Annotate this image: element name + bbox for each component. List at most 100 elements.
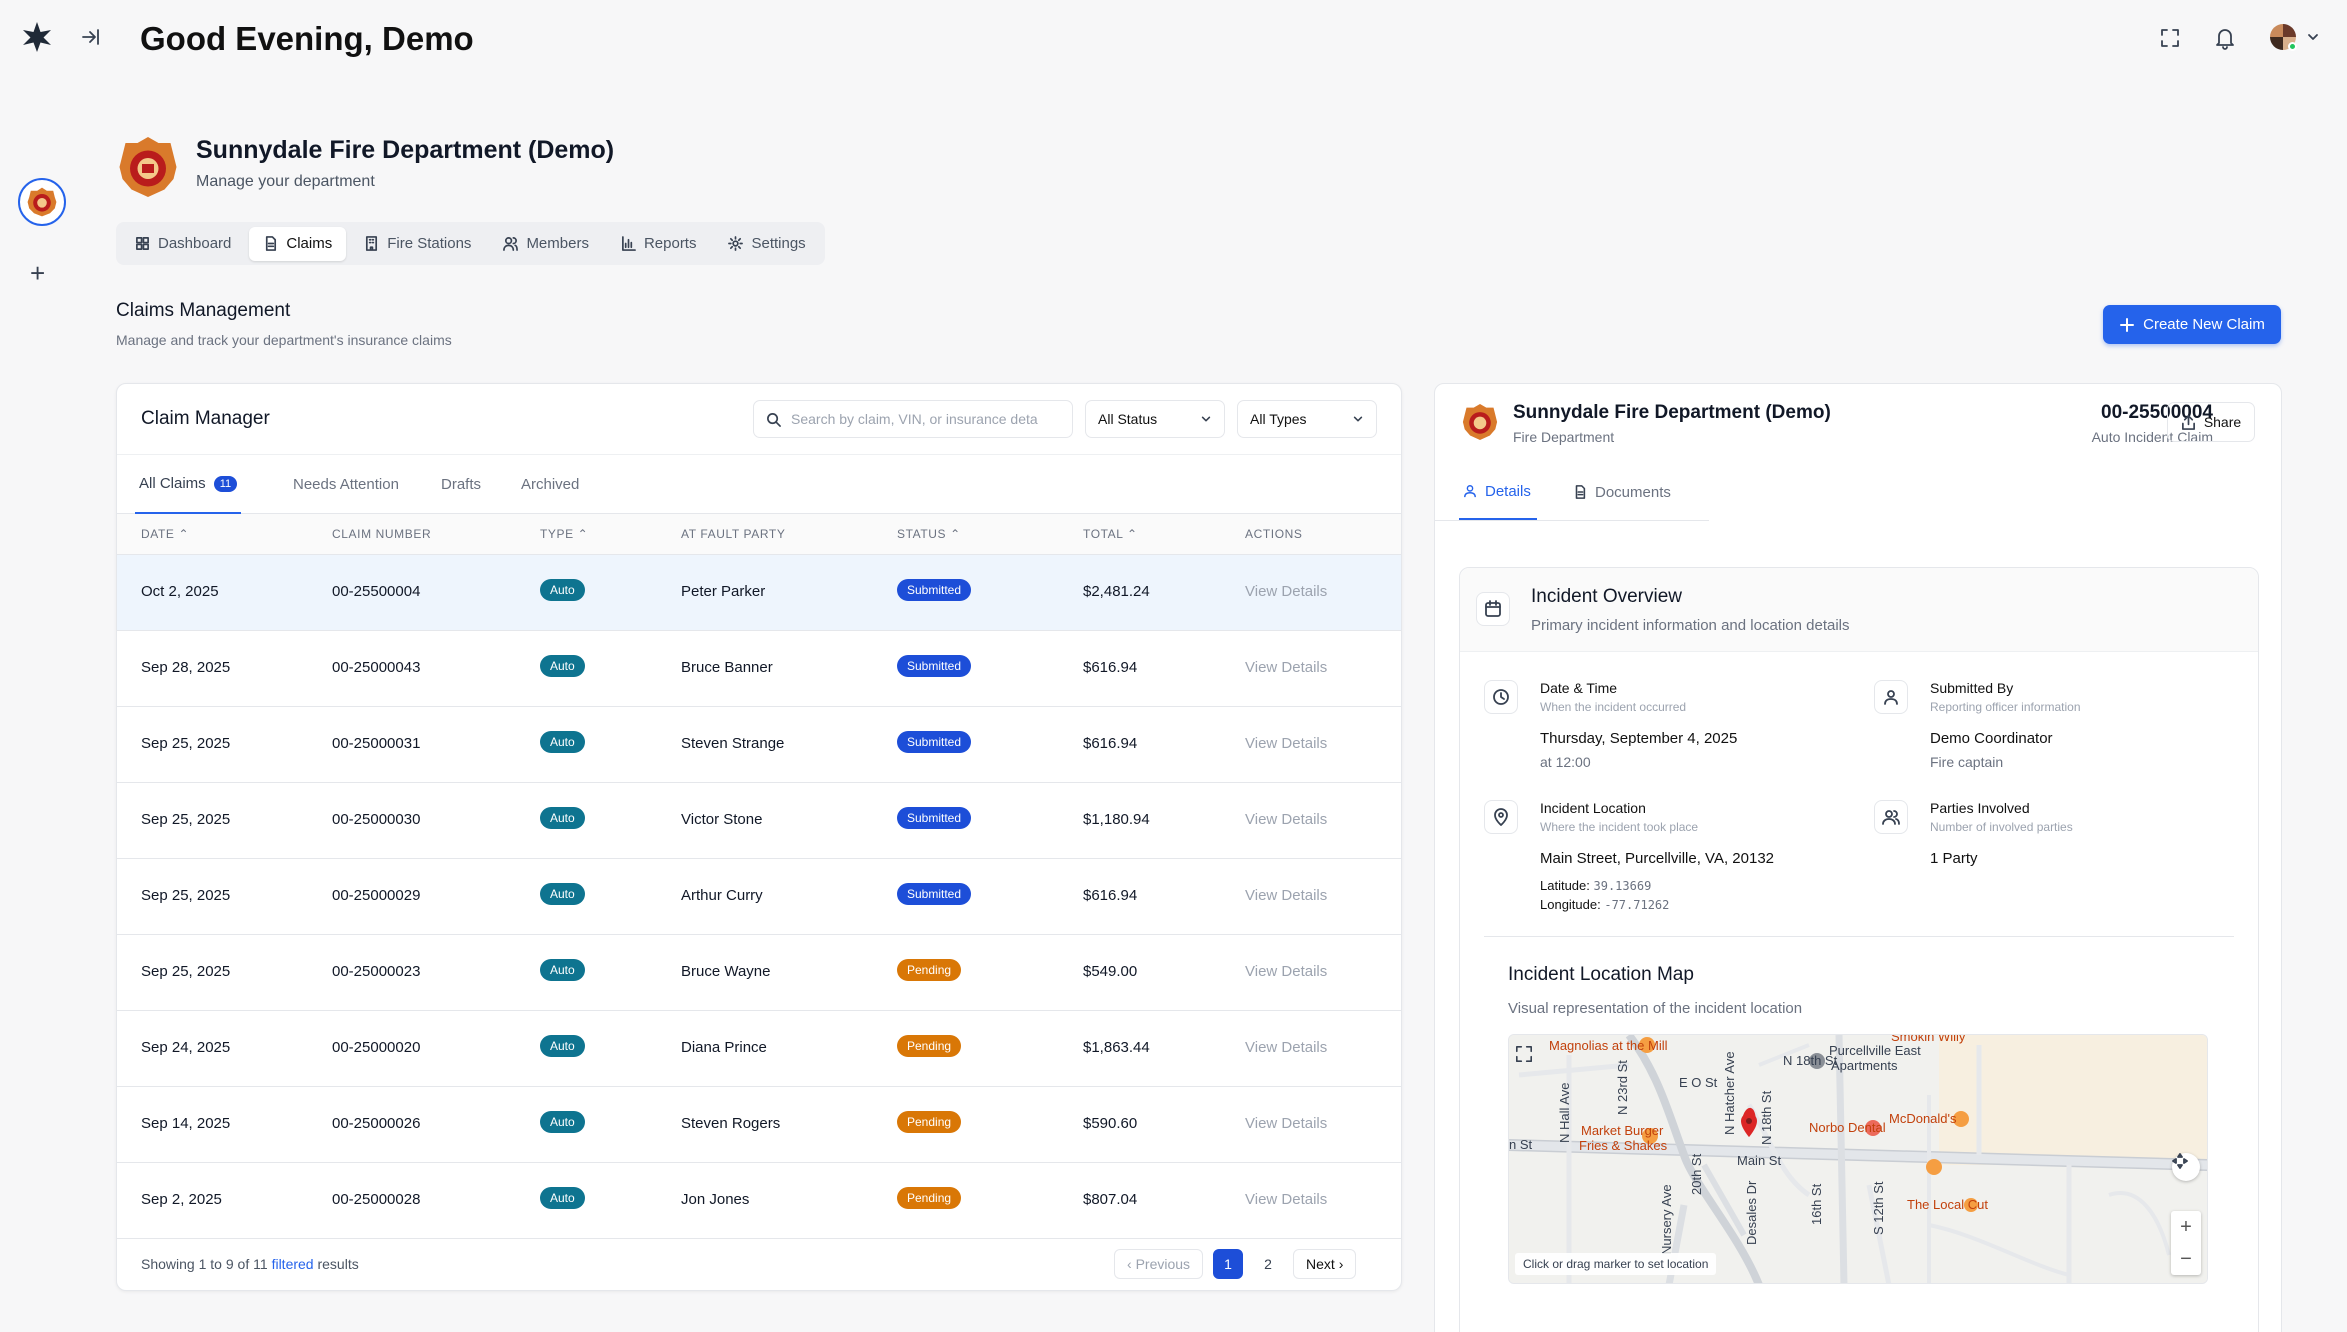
tab-settings[interactable]: Settings [714,227,819,261]
tab-reports[interactable]: Reports [607,227,711,261]
map-label-smokin-willy: Smokin Willy [1891,1034,1966,1044]
view-details-link[interactable]: View Details [1245,1191,1327,1208]
incident-overview-header: Incident Overview Primary incident infor… [1460,568,2258,652]
claim-status-badge: Pending [897,1187,962,1209]
app-logo-star-icon[interactable] [20,20,54,59]
column-header-total[interactable]: TOTAL ⌃ [1083,527,1138,541]
view-details-link[interactable]: View Details [1245,583,1327,600]
at-fault-party: Steven Strange [681,735,785,752]
results-of-word: of [237,1256,250,1272]
submitted-by-label: Submitted By [1930,680,2014,696]
claim-total: $616.94 [1083,659,1138,676]
claim-number: 00-25000029 [332,887,421,904]
incident-overview-subtitle: Primary incident information and locatio… [1531,617,1850,634]
details-department-name: Sunnydale Fire Department (Demo) [1513,402,1831,423]
fire-department-badge-icon [27,187,57,217]
table-row[interactable]: Sep 25, 2025 00-25000023 Auto Bruce Wayne Pe… [117,935,1401,1011]
expand-sidebar-icon[interactable] [80,26,102,53]
rail-department-avatar[interactable] [18,178,66,226]
incident-overview-title: Incident Overview [1531,586,1683,607]
subtab-needs-attention[interactable]: Needs Attention [293,455,399,514]
zoom-out-icon[interactable]: − [2180,1248,2192,1271]
tab-label: Reports [643,235,697,252]
claim-search-input[interactable]: Search by claim, VIN, or insurance deta [753,400,1073,438]
map-title: Incident Location Map [1508,964,1694,985]
claim-date: Sep 25, 2025 [141,811,231,828]
column-header-date[interactable]: DATE ⌃ [141,527,189,541]
search-icon [767,412,781,427]
subtab-all-claims[interactable]: All Claims 11 [135,455,242,514]
zoom-in-icon[interactable]: + [2180,1216,2192,1239]
view-details-link[interactable]: View Details [1245,1115,1327,1132]
table-row[interactable]: Sep 25, 2025 00-25000031 Auto Steven Strang… [117,707,1401,783]
tab-label: Fire Stations [387,235,472,252]
fullscreen-icon[interactable] [2160,28,2180,53]
type-filter-select[interactable]: All Types [1237,400,1377,438]
claim-type-badge: Auto [540,1035,585,1057]
map-label-desales-dr: Desales Dr [1744,1180,1759,1245]
longitude-line: Longitude: -77.71262 [1540,897,1669,912]
table-row[interactable]: Oct 2, 2025 00-25500004 Auto Peter Parker Su… [117,555,1401,631]
table-row[interactable]: Sep 28, 2025 00-25000043 Auto Bruce Banner S… [117,631,1401,707]
table-row[interactable]: Sep 14, 2025 00-25000026 Auto Steven Rogers… [117,1087,1401,1163]
tab-details[interactable]: Details [1459,464,1537,520]
table-row[interactable]: Sep 25, 2025 00-25000029 Auto Arthur Curry S… [117,859,1401,935]
column-header-status[interactable]: STATUS ⌃ [897,527,961,541]
view-details-link[interactable]: View Details [1245,659,1327,676]
claim-total: $616.94 [1083,735,1138,752]
tab-fire-stations[interactable]: Fire Stations [350,227,485,261]
table-row[interactable]: Sep 25, 2025 00-25000030 Auto Victor Stone S… [117,783,1401,859]
view-details-link[interactable]: View Details [1245,963,1327,980]
datetime-sub: When the incident occurred [1540,700,1687,714]
map-rotate-icon[interactable] [2172,1153,2200,1181]
claim-number: 00-25000031 [332,735,421,752]
view-details-link[interactable]: View Details [1245,735,1327,752]
table-row[interactable]: Sep 24, 2025 00-25000020 Auto Diana Prince P… [117,1011,1401,1087]
longitude-value: -77.71262 [1604,898,1670,912]
claim-status-badge: Pending [897,1035,962,1057]
claims-table-body: Oct 2, 2025 00-25500004 Auto Peter Parker Su… [117,555,1401,1239]
tab-members[interactable]: Members [489,227,603,261]
latitude-line: Latitude: 39.13669 [1540,878,1651,893]
results-filtered-link[interactable]: filtered [272,1256,314,1272]
subtab-archived[interactable]: Archived [521,455,579,514]
claim-number: 00-25000020 [332,1039,421,1056]
map-label-n-hall-ave: N Hall Ave [1557,1082,1572,1143]
share-button[interactable]: Share [2167,402,2255,442]
column-header-type[interactable]: TYPE ⌃ [540,527,588,541]
claim-date: Sep 25, 2025 [141,963,231,980]
view-details-link[interactable]: View Details [1245,1039,1327,1056]
tab-dashboard[interactable]: Dashboard [121,227,245,261]
page-1-button[interactable]: 1 [1213,1249,1244,1279]
create-new-claim-button[interactable]: Create New Claim [2103,305,2281,344]
subtab-label: Drafts [441,476,482,493]
claim-number: 00-25000026 [332,1115,421,1132]
fire-department-badge-icon [118,135,178,204]
add-department-icon[interactable]: + [30,258,45,289]
view-details-link[interactable]: View Details [1245,887,1327,904]
claim-date: Sep 2, 2025 [141,1191,222,1208]
at-fault-party: Victor Stone [681,811,763,828]
chevron-left-icon: ‹ [1127,1256,1136,1272]
table-row[interactable]: Sep 2, 2025 00-25000028 Auto Jon Jones Pendi… [117,1163,1401,1239]
bell-icon[interactable] [2214,26,2236,55]
incident-overview-card: Incident Overview Primary incident infor… [1459,567,2259,1332]
subtab-label: Archived [521,476,580,493]
map-fullscreen-icon[interactable] [1515,1045,1545,1075]
claims-management-title: Claims Management [116,300,291,321]
map-label-n-hatcher-ave: N Hatcher Ave [1722,1051,1737,1135]
tab-claims[interactable]: Claims [249,226,347,261]
next-page-button[interactable]: Next › [1293,1249,1357,1279]
subtab-drafts[interactable]: Drafts [441,455,481,514]
at-fault-party: Peter Parker [681,583,766,600]
view-details-link[interactable]: View Details [1245,811,1327,828]
map-label-n-23rd-st: N 23rd St [1615,1060,1630,1115]
status-filter-select[interactable]: All Status [1085,400,1225,438]
claim-date: Oct 2, 2025 [141,583,219,600]
previous-page-button[interactable]: ‹ Previous [1114,1249,1204,1279]
claim-status-badge: Submitted [897,731,972,753]
chevron-down-icon[interactable] [2306,30,2320,49]
incident-location-map[interactable]: Magnolias at the Mill Purcellville East … [1508,1034,2208,1284]
tab-documents[interactable]: Documents [1573,464,1671,520]
page-2-button[interactable]: 2 [1253,1249,1283,1279]
